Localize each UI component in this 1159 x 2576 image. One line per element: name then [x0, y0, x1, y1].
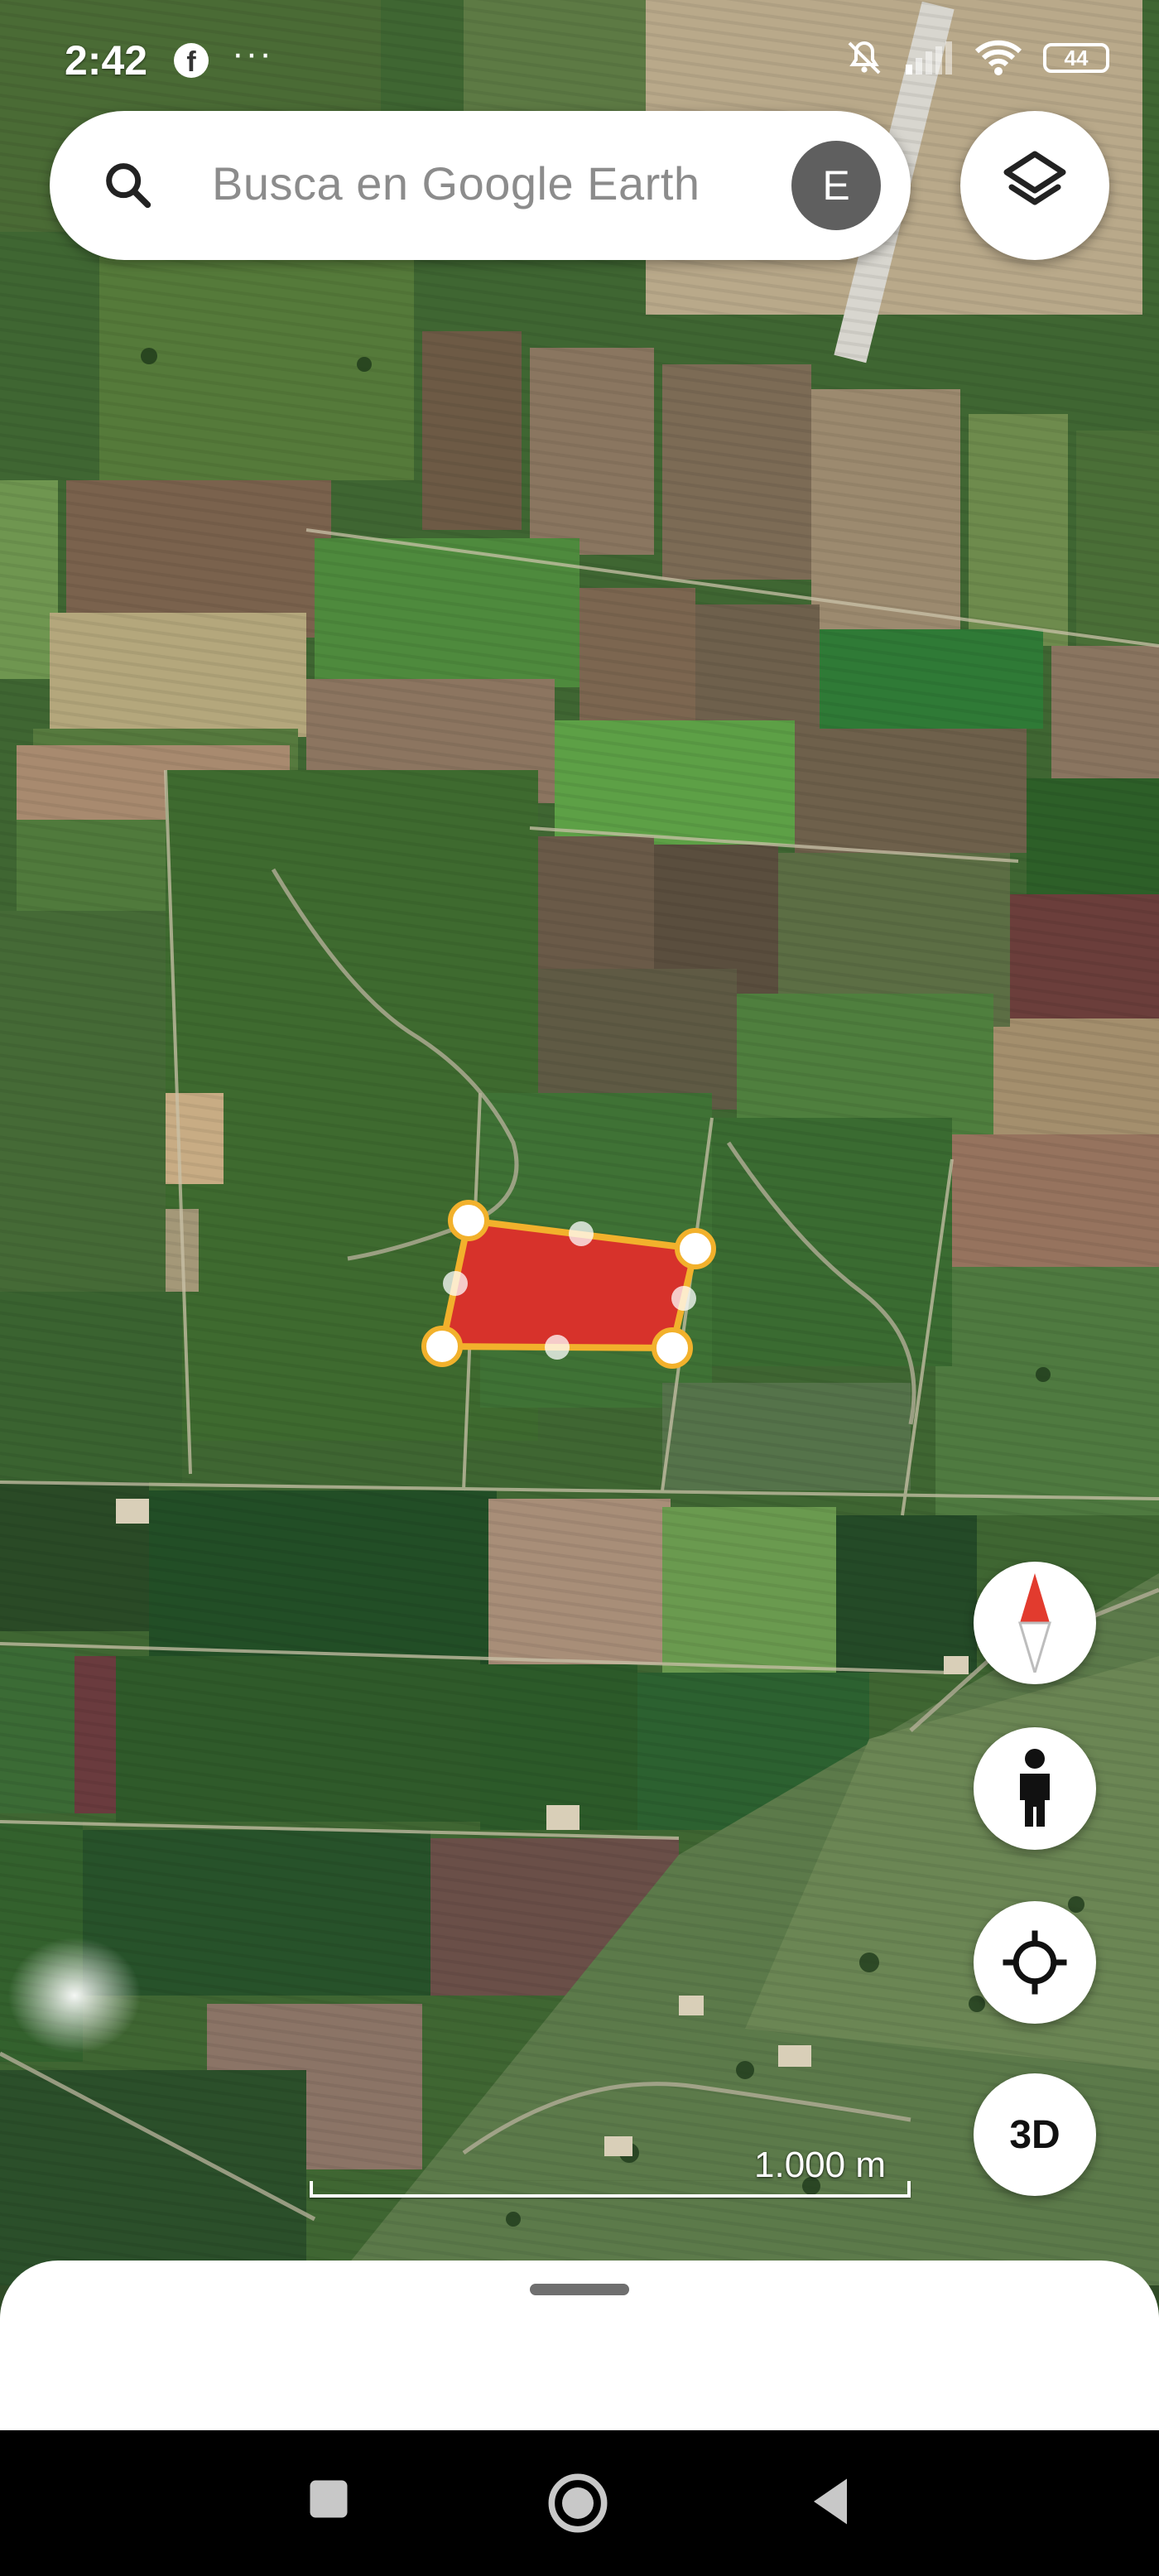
back-icon[interactable] — [808, 2477, 853, 2526]
home-icon[interactable] — [546, 2472, 609, 2535]
3d-button[interactable]: 3D — [974, 2073, 1096, 2196]
facebook-icon: f — [174, 43, 209, 78]
polygon-midpoint-handle[interactable] — [545, 1335, 570, 1360]
search-input[interactable]: Busca en Google Earth — [212, 156, 700, 210]
bottom-sheet[interactable] — [0, 2261, 1159, 2434]
polygon-vertex-handle[interactable] — [421, 1326, 463, 1367]
search-icon[interactable] — [99, 156, 157, 214]
layers-button[interactable] — [960, 111, 1109, 260]
street-view-button[interactable] — [974, 1727, 1096, 1850]
status-icons: 44 — [844, 38, 1109, 78]
status-time: 2:42 — [65, 37, 148, 84]
battery-icon: 44 — [1043, 43, 1109, 73]
layers-icon — [1003, 151, 1066, 205]
battery-level: 44 — [1064, 45, 1089, 70]
status-bar: 2:42 f ··· 44 — [0, 0, 1159, 124]
scale-bar: 1.000 m — [310, 2145, 911, 2203]
wifi-icon — [975, 40, 1022, 75]
more-notifications-icon: ··· — [232, 33, 273, 74]
polygon-vertex-handle[interactable] — [675, 1228, 716, 1269]
my-location-icon — [1003, 1930, 1067, 1995]
system-nav-bar — [0, 2430, 1159, 2576]
polygon-vertex-handle[interactable] — [652, 1327, 693, 1369]
compass-button[interactable] — [974, 1562, 1096, 1684]
scale-line — [310, 2181, 911, 2198]
cloud — [8, 1938, 141, 2054]
avatar[interactable]: E — [791, 141, 881, 230]
signal-icon — [906, 41, 952, 75]
polygon-midpoint-handle[interactable] — [569, 1221, 594, 1246]
polygon-midpoint-handle[interactable] — [443, 1271, 468, 1296]
polygon-midpoint-handle[interactable] — [671, 1286, 696, 1311]
scale-label: 1.000 m — [754, 2145, 886, 2185]
search-bar[interactable]: Busca en Google Earth E — [50, 111, 911, 260]
muted-notifications-icon — [848, 41, 881, 75]
pegman-icon — [1020, 1749, 1050, 1827]
recents-icon[interactable] — [306, 2477, 351, 2521]
compass-icon — [1017, 1573, 1052, 1673]
my-location-button[interactable] — [974, 1901, 1096, 2024]
polygon-vertex-handle[interactable] — [448, 1200, 489, 1241]
drag-handle[interactable] — [530, 2284, 629, 2295]
